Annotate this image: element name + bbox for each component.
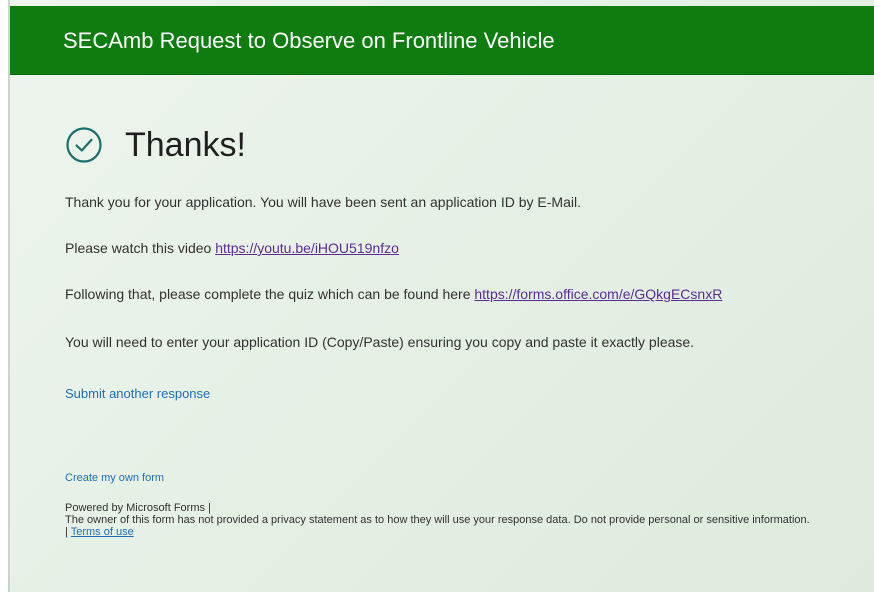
form-frame: SECAmb Request to Observe on Frontline V… [8, 0, 874, 592]
privacy-notice: The owner of this form has not provided … [65, 514, 810, 526]
confirmation-heading: Thanks! [65, 121, 246, 169]
thanks-title: Thanks! [125, 126, 246, 164]
powered-by-text: Powered by Microsoft Forms | [65, 502, 211, 514]
form-title: SECAmb Request to Observe on Frontline V… [63, 28, 555, 53]
quiz-link[interactable]: https://forms.office.com/e/GQkgECsnxR [474, 286, 722, 302]
form-header: SECAmb Request to Observe on Frontline V… [10, 6, 874, 75]
terms-line: | Terms of use [65, 526, 845, 538]
video-instruction: Please watch this video https://youtu.be… [65, 238, 399, 258]
checkmark-circle-icon [65, 126, 103, 164]
application-id-instruction: You will need to enter your application … [65, 334, 695, 350]
create-my-own-form-link[interactable]: Create my own form [65, 471, 164, 485]
video-instruction-text: Please watch this video [65, 240, 216, 256]
quiz-instruction-text: Following that, please complete the quiz… [65, 286, 475, 302]
submit-another-response-link[interactable]: Submit another response [65, 385, 210, 403]
footer-notice: Powered by Microsoft Forms | The owner o… [65, 502, 845, 538]
video-link[interactable]: https://youtu.be/iHOU519nfzo [215, 240, 399, 256]
confirmation-message: Thank you for your application. You will… [65, 194, 581, 210]
quiz-instruction: Following that, please complete the quiz… [65, 284, 722, 304]
terms-of-use-link[interactable]: Terms of use [71, 526, 134, 538]
